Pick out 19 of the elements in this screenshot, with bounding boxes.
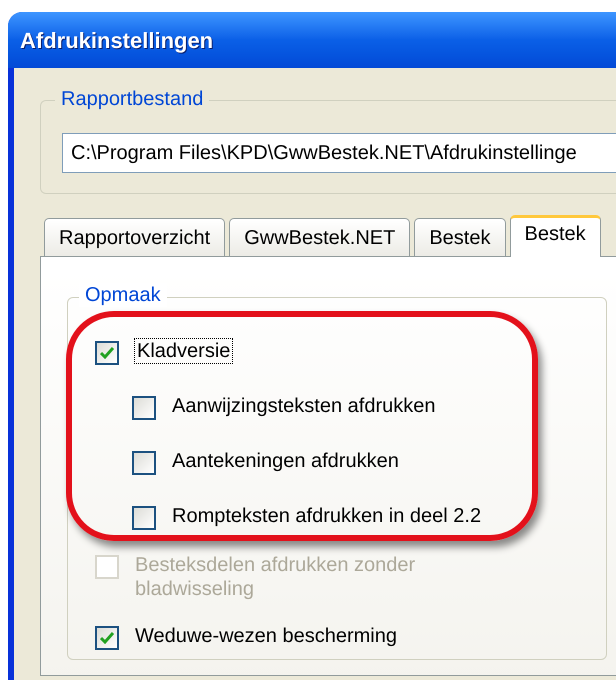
checkbox-label: Aantekeningen afdrukken — [172, 449, 399, 473]
checkbox-label: Rompteksten afdrukken in deel 2.2 — [172, 504, 482, 528]
checkbox[interactable] — [132, 396, 156, 420]
window-title: Afdrukinstellingen — [20, 26, 214, 55]
tab[interactable]: Bestek — [414, 218, 506, 256]
checkmark-icon — [100, 632, 114, 644]
checkbox-label: Kladversie — [135, 339, 232, 363]
tab[interactable]: GwwBestek.NET — [229, 218, 410, 256]
checkbox[interactable] — [95, 626, 119, 650]
checkbox-label: Aanwijzingsteksten afdrukken — [172, 394, 436, 418]
file-path-field[interactable]: C:\Program Files\KPD\GwwBestek.NET\Afdrukinstellinge — [62, 133, 616, 173]
checkmark-icon — [100, 347, 114, 359]
checkbox[interactable] — [95, 341, 119, 365]
checkbox[interactable] — [132, 506, 156, 530]
tab[interactable]: Bestek — [510, 215, 601, 257]
checkbox-label: Besteksdelen afdrukken zonder bladwisseling — [135, 553, 416, 601]
checkbox[interactable] — [132, 451, 156, 475]
checkbox-label: Weduwe-wezen bescherming — [135, 624, 397, 648]
tab[interactable]: Rapportoverzicht — [44, 218, 226, 256]
